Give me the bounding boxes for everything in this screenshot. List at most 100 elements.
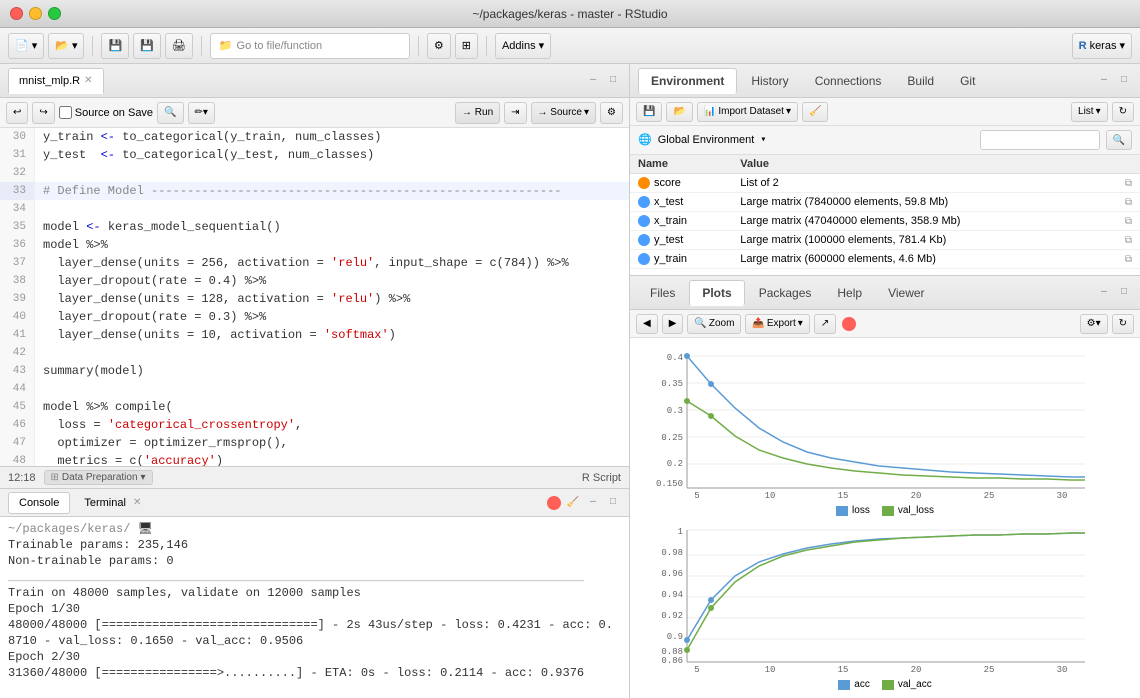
env-row-copy[interactable]: ⧉ — [1104, 193, 1140, 212]
plots-maximize-icon[interactable]: □ — [1116, 285, 1132, 301]
env-save-button[interactable]: 💾 — [636, 102, 662, 122]
plots-forward-button[interactable]: ▶ — [662, 314, 684, 334]
compile-button[interactable]: ⚙ — [600, 102, 623, 124]
format-button[interactable]: ✏▾ — [188, 102, 215, 124]
code-line-45: 45 model %>% compile( — [0, 398, 629, 416]
tab-help[interactable]: Help — [825, 280, 874, 306]
console-line-7: 8710 - val_loss: 0.1650 - val_acc: 0.950… — [8, 633, 621, 649]
titlebar: ~/packages/keras - master - RStudio — [0, 0, 1140, 28]
tab-build[interactable]: Build — [895, 68, 946, 94]
console-minimize-icon[interactable]: — — [585, 495, 601, 511]
tab-plots[interactable]: Plots — [689, 280, 744, 306]
list-view-button[interactable]: List ▾ — [1071, 102, 1108, 122]
export-button[interactable]: 📤 Export ▾ — [745, 314, 809, 334]
env-maximize-icon[interactable]: □ — [1116, 73, 1132, 89]
svg-text:0.86: 0.86 — [661, 656, 683, 666]
minimize-button[interactable] — [29, 7, 42, 20]
editor-tab-bar: mnist_mlp.R ✕ — □ — [0, 64, 629, 98]
close-tab-icon[interactable]: ✕ — [84, 75, 92, 86]
env-refresh-button[interactable]: ↻ — [1112, 102, 1134, 122]
toolbar-separator — [92, 36, 93, 56]
env-row-copy[interactable]: ⧉ — [1104, 250, 1140, 269]
tab-git-label: Git — [960, 74, 975, 88]
zoom-button[interactable]: 🔍 Zoom — [687, 314, 741, 334]
redo-button[interactable]: ↪ — [32, 102, 54, 124]
window-controls[interactable] — [10, 7, 61, 20]
console-content[interactable]: ~/packages/keras/ 🖥 Trainable params: 23… — [0, 517, 629, 698]
env-broom-button[interactable]: 🧹 — [802, 102, 828, 122]
open-file-button[interactable]: 📂▾ — [48, 33, 84, 59]
tab-git[interactable]: Git — [948, 68, 987, 94]
run-button[interactable]: → Run — [455, 102, 500, 124]
section-label[interactable]: ⊞ Data Preparation ▾ — [44, 470, 153, 485]
env-row-name: score — [630, 174, 732, 193]
plots-stop-button[interactable] — [842, 317, 856, 331]
plots-refresh-button[interactable]: ↻ — [1112, 314, 1134, 334]
tab-packages[interactable]: Packages — [747, 280, 824, 306]
tab-environment-label: Environment — [651, 74, 724, 88]
tab-history[interactable]: History — [739, 68, 800, 94]
source-on-save-container: Source on Save — [59, 106, 153, 119]
editor-tab-mnistmlp[interactable]: mnist_mlp.R ✕ — [8, 68, 104, 94]
env-row-copy[interactable]: ⧉ — [1104, 174, 1140, 193]
code-line-41: 41 layer_dense(units = 10, activation = … — [0, 326, 629, 344]
save-all-button[interactable]: 💾 — [133, 33, 161, 59]
svg-text:30: 30 — [1057, 665, 1068, 675]
save-button[interactable]: 💾 — [101, 33, 129, 59]
editor-maximize-icon[interactable]: □ — [605, 73, 621, 89]
print-button[interactable]: 🖨 — [165, 33, 193, 59]
loss-chart-container: 0.4 0.35 0.3 0.25 0.2 0.150 5 10 15 20 2… — [638, 346, 1132, 516]
tab-files[interactable]: Files — [638, 280, 687, 306]
console-maximize-icon[interactable]: □ — [605, 495, 621, 511]
addins-button[interactable]: Addins ▾ — [495, 33, 551, 59]
svg-text:15: 15 — [838, 491, 849, 501]
console-stop-button[interactable] — [547, 496, 561, 510]
search-button[interactable]: 🔍 — [157, 102, 183, 124]
console-clear-icon[interactable]: 🧹 — [565, 495, 581, 511]
plots-nav-button[interactable]: ↗ — [814, 314, 836, 334]
close-button[interactable] — [10, 7, 23, 20]
console-line-5: Epoch 1/30 — [8, 601, 621, 617]
go-to-file-input[interactable]: 📁 Go to file/function — [210, 33, 410, 59]
env-search-input[interactable] — [980, 130, 1100, 150]
tab-viewer[interactable]: Viewer — [876, 280, 936, 306]
source-button[interactable]: → Source ▾ — [531, 102, 597, 124]
tab-connections[interactable]: Connections — [803, 68, 894, 94]
zoom-icon: 🔍 — [694, 318, 706, 329]
new-file-button[interactable]: 📄▾ — [8, 33, 44, 59]
undo-button[interactable]: ↩ — [6, 102, 28, 124]
plots-minimize-icon[interactable]: — — [1096, 285, 1112, 301]
tab-environment[interactable]: Environment — [638, 68, 737, 94]
code-line-32: 32 — [0, 164, 629, 182]
editor-minimize-icon[interactable]: — — [585, 73, 601, 89]
grid-button[interactable]: ⊞ — [455, 33, 478, 59]
import-dataset-button[interactable]: 📊 Import Dataset ▾ — [697, 102, 798, 122]
env-load-button[interactable]: 📂 — [666, 102, 692, 122]
plots-panel: Files Plots Packages Help Viewer — □ — [630, 276, 1140, 698]
global-env-label[interactable]: Global Environment — [658, 134, 755, 146]
env-row-copy[interactable]: ⧉ — [1104, 231, 1140, 250]
workspace-button[interactable]: R keras ▾ — [1072, 33, 1132, 59]
plots-settings-button[interactable]: ⚙▾ — [1080, 314, 1108, 334]
plots-back-button[interactable]: ◀ — [636, 314, 658, 334]
console-tab[interactable]: Console — [8, 492, 70, 514]
code-editor[interactable]: 30 y_train <- to_categorical(y_train, nu… — [0, 128, 629, 466]
acc-label: acc — [854, 679, 870, 690]
git-button[interactable]: ⚙ — [427, 33, 451, 59]
env-row-copy[interactable]: ⧉ — [1104, 212, 1140, 231]
env-search-button[interactable]: 🔍 — [1106, 130, 1132, 150]
source-on-save-checkbox[interactable] — [59, 106, 72, 119]
env-minimize-icon[interactable]: — — [1096, 73, 1112, 89]
tab-packages-label: Packages — [759, 286, 812, 300]
maximize-button[interactable] — [48, 7, 61, 20]
code-line-33: 33 # Define Model ----------------------… — [0, 182, 629, 200]
env-row-value: Large matrix (7840000 elements, 59.8 Mb) — [732, 193, 1103, 212]
terminal-tab[interactable]: Terminal ✕ — [74, 492, 151, 514]
run-next-button[interactable]: ⇥ — [504, 102, 526, 124]
acc-legend-item: acc — [838, 679, 870, 690]
console-tab-bar: Console Terminal ✕ 🧹 — □ — [0, 489, 629, 517]
terminal-close-icon[interactable]: ✕ — [133, 497, 141, 508]
toolbar-separator-2 — [201, 36, 202, 56]
table-row: x_test Large matrix (7840000 elements, 5… — [630, 193, 1140, 212]
code-line-36: 36 model %>% — [0, 236, 629, 254]
